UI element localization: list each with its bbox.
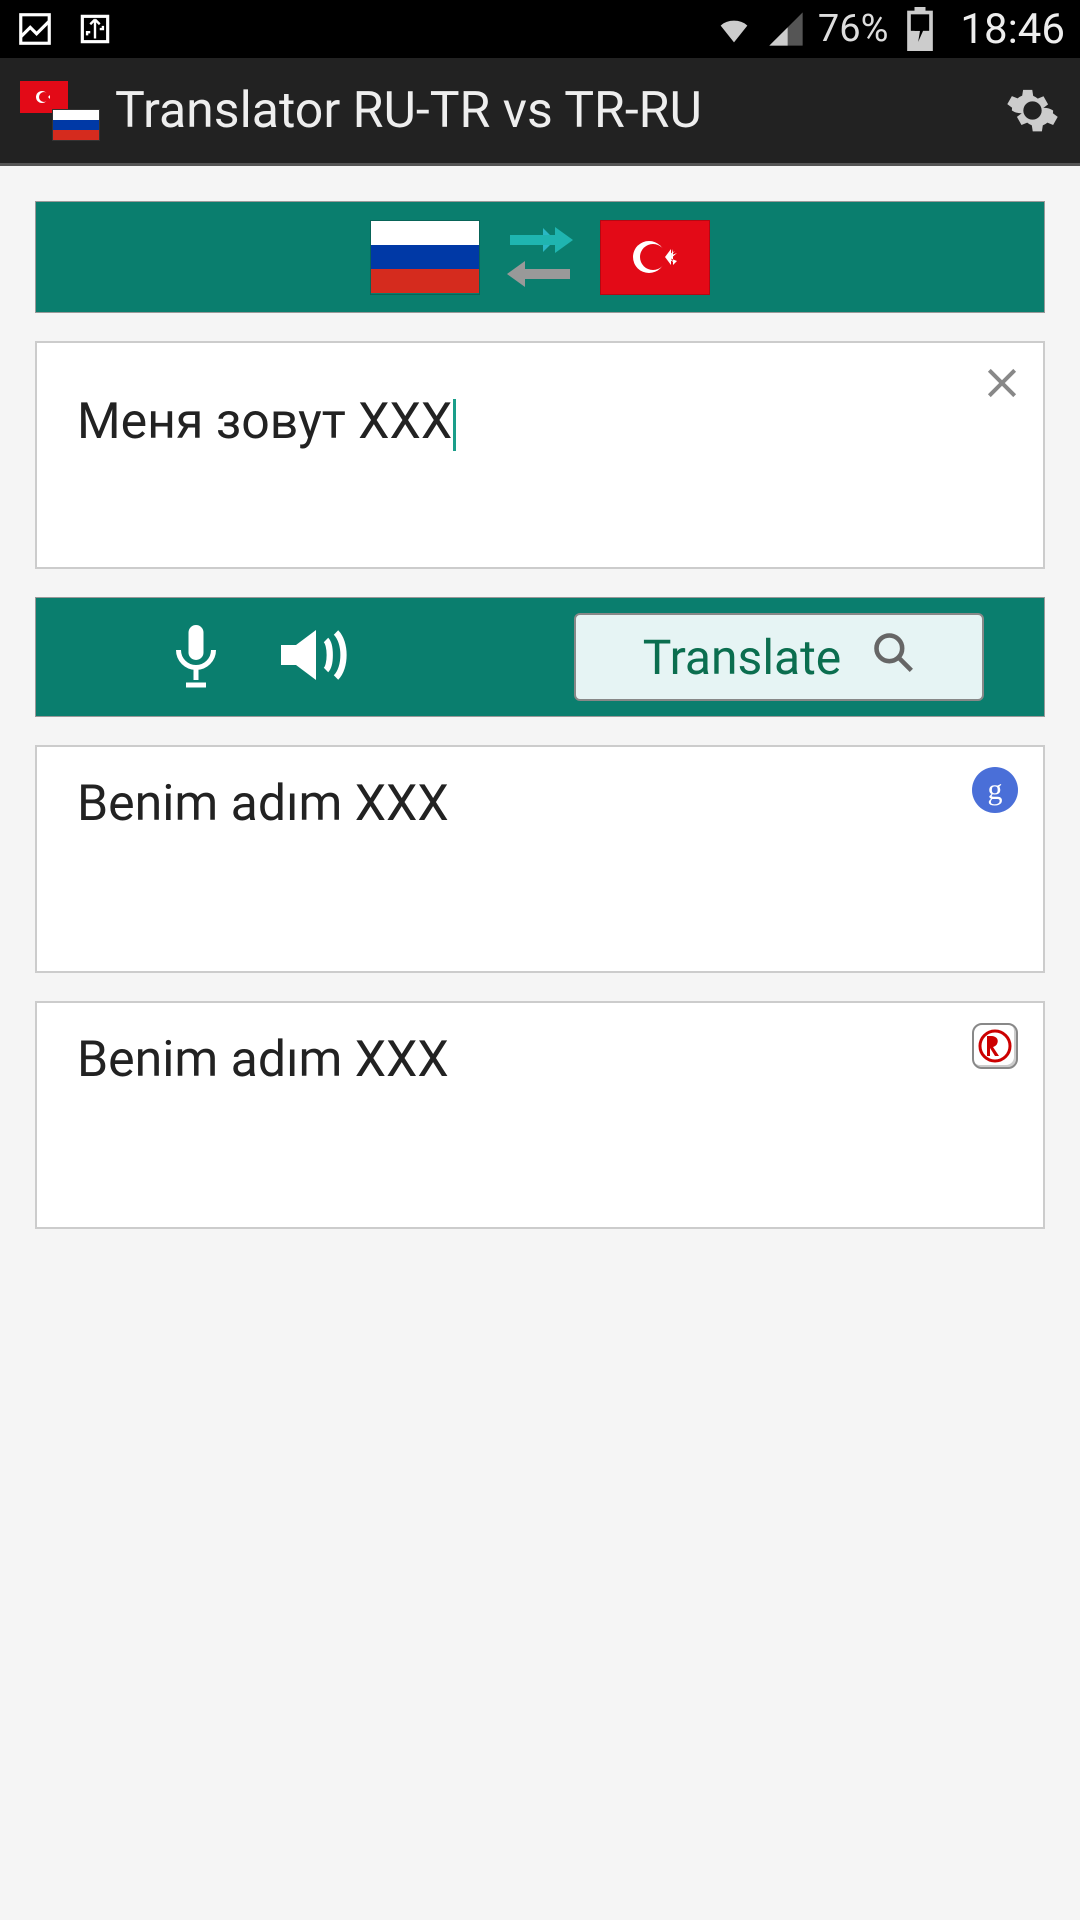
russian-flag-icon [52, 109, 100, 141]
status-bar: 76% 18:46 [0, 0, 1080, 58]
clock: 18:46 [960, 5, 1065, 54]
translation-result-google[interactable]: Benim adım XXX g [35, 745, 1045, 973]
app-bar: Translator RU-TR vs TR-RU [0, 58, 1080, 166]
target-lang-turkish-flag [600, 220, 710, 295]
image-icon [15, 9, 55, 49]
text-cursor [453, 399, 456, 451]
battery-percent: 76% [818, 7, 889, 51]
battery-charging-icon [900, 9, 940, 49]
app-title: Translator RU-TR vs TR-RU [115, 82, 1005, 140]
action-bar: Translate [35, 597, 1045, 717]
swap-languages-icon[interactable] [505, 225, 575, 289]
speaker-button[interactable] [276, 620, 356, 694]
google-provider-icon: g [972, 767, 1018, 813]
clear-input-button[interactable] [983, 361, 1021, 413]
result-text: Benim adım XXX [77, 775, 449, 833]
translate-button-label: Translate [643, 629, 842, 686]
settings-button[interactable] [1005, 83, 1060, 138]
result-text: Benim adım XXX [77, 1031, 449, 1089]
source-text-input[interactable]: Меня зовут XXX [35, 341, 1045, 569]
signal-icon [766, 9, 806, 49]
app-logo-flags [20, 81, 100, 141]
source-lang-russian-flag [370, 220, 480, 295]
microphone-button[interactable] [166, 620, 226, 694]
translation-result-yandex[interactable]: Benim adım XXX [35, 1001, 1045, 1229]
wifi-icon [714, 9, 754, 49]
search-icon [871, 629, 915, 686]
language-swap-bar[interactable] [35, 201, 1045, 313]
yandex-provider-icon [972, 1023, 1018, 1069]
source-text: Меня зовут XXX [77, 393, 452, 451]
usb-icon [75, 9, 115, 49]
translate-button[interactable]: Translate [574, 613, 984, 701]
